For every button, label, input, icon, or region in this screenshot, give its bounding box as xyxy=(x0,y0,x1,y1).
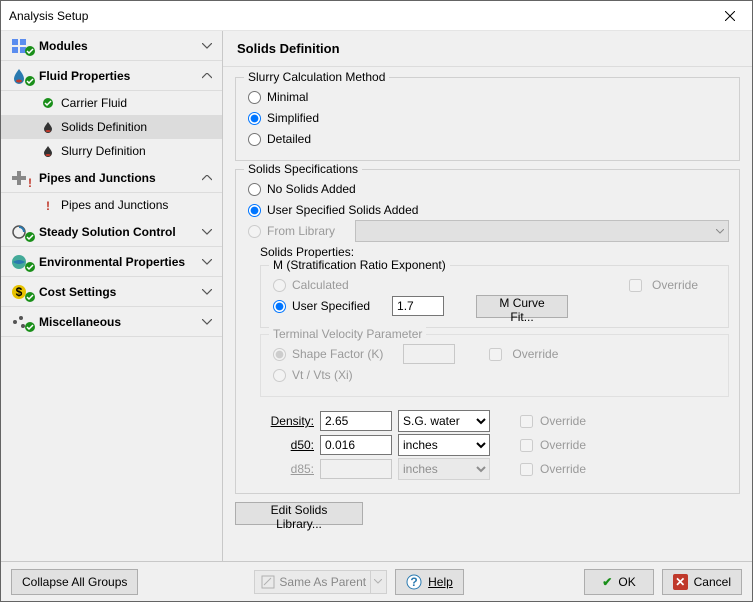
sidebar-item[interactable]: Solids Definition xyxy=(1,115,222,139)
m-calculated-label: Calculated xyxy=(292,278,349,292)
tv-vt-radio xyxy=(273,369,286,382)
d50-override-check xyxy=(520,439,533,452)
sidebar-group-modules[interactable]: Modules xyxy=(1,31,222,61)
sidebar-group-env[interactable]: Environmental Properties xyxy=(1,247,222,277)
d85-label: d85: xyxy=(260,462,314,476)
slurry-detailed-radio[interactable] xyxy=(248,133,261,146)
tv-group-title: Terminal Velocity Parameter xyxy=(269,327,426,341)
chevron-down-icon xyxy=(716,229,724,234)
svg-text:?: ? xyxy=(410,575,417,589)
tv-shape-label: Shape Factor (K) xyxy=(292,347,383,361)
sidebar-group-fluid[interactable]: Fluid Properties xyxy=(1,61,222,91)
d85-unit-select: inches xyxy=(398,458,490,480)
sidebar-group-steady[interactable]: Steady Solution Control xyxy=(1,217,222,247)
sidebar: ModulesFluid PropertiesCarrier FluidSoli… xyxy=(1,31,223,561)
chevron-down-icon xyxy=(200,39,214,53)
page-title: Solids Definition xyxy=(223,31,752,67)
m-curve-fit-button[interactable]: M Curve Fit... xyxy=(476,295,568,318)
tv-group: Terminal Velocity Parameter Shape Factor… xyxy=(260,334,729,397)
modules-icon xyxy=(11,38,33,54)
same-as-parent-dropdown: Same As Parent xyxy=(254,570,387,594)
steady-icon xyxy=(11,224,33,240)
slurry-calc-title: Slurry Calculation Method xyxy=(244,70,389,84)
tv-value-input xyxy=(403,344,455,364)
d85-override-check xyxy=(520,463,533,476)
chevron-up-icon xyxy=(200,69,214,83)
collapse-all-button[interactable]: Collapse All Groups xyxy=(11,569,138,595)
solids-opt-radio[interactable] xyxy=(248,204,261,217)
m-value-input[interactable] xyxy=(392,296,444,316)
solids-opt-radio[interactable] xyxy=(248,183,261,196)
sidebar-item[interactable]: !Pipes and Junctions xyxy=(1,193,222,217)
m-group: M (Stratification Ratio Exponent) Calcul… xyxy=(260,265,729,328)
sidebar-group-misc[interactable]: Miscellaneous xyxy=(1,307,222,337)
svg-text:$: $ xyxy=(16,285,23,299)
d50-unit-select[interactable]: inches xyxy=(398,434,490,456)
sidebar-item[interactable]: Slurry Definition xyxy=(1,139,222,163)
solids-spec-title: Solids Specifications xyxy=(244,162,362,176)
sidebar-group-pipes[interactable]: !Pipes and Junctions xyxy=(1,163,222,193)
sidebar-group-cost[interactable]: $Cost Settings xyxy=(1,277,222,307)
m-userspec-label: User Specified xyxy=(292,299,370,313)
chevron-down-icon xyxy=(200,285,214,299)
density-label: Density: xyxy=(260,414,314,428)
close-icon xyxy=(725,11,735,21)
chevron-down-icon xyxy=(374,579,382,584)
ok-button[interactable]: ✔ OK xyxy=(584,569,654,595)
status-icon xyxy=(41,96,55,110)
density-input[interactable] xyxy=(320,411,392,431)
status-icon xyxy=(41,120,55,134)
window-title: Analysis Setup xyxy=(9,9,707,23)
slurry-simplified-radio[interactable] xyxy=(248,112,261,125)
from-library-select xyxy=(355,220,729,242)
pipes-icon: ! xyxy=(11,170,33,186)
sidebar-item[interactable]: Carrier Fluid xyxy=(1,91,222,115)
help-button[interactable]: ? Help xyxy=(395,569,464,595)
chevron-down-icon xyxy=(200,315,214,329)
density-unit-select[interactable]: S.G. water xyxy=(398,410,490,432)
m-userspec-radio[interactable] xyxy=(273,300,286,313)
x-icon: ✕ xyxy=(673,574,688,590)
d50-input[interactable] xyxy=(320,435,392,455)
svg-text:!: ! xyxy=(28,178,32,188)
fluid-icon xyxy=(11,68,33,84)
tv-shape-radio xyxy=(273,348,286,361)
cancel-button[interactable]: ✕ Cancel xyxy=(662,569,742,595)
env-icon xyxy=(11,254,33,270)
svg-text:!: ! xyxy=(46,199,50,211)
solids-opt-radio xyxy=(248,225,261,238)
help-icon: ? xyxy=(406,574,422,590)
solids-props-label: Solids Properties: xyxy=(260,245,729,259)
m-override-check xyxy=(629,279,642,292)
misc-icon xyxy=(11,314,33,330)
d85-input xyxy=(320,459,392,479)
check-icon: ✔ xyxy=(602,575,612,589)
edit-icon xyxy=(261,575,275,589)
chevron-down-icon xyxy=(200,225,214,239)
slurry-minimal-radio[interactable] xyxy=(248,91,261,104)
d50-label: d50: xyxy=(260,438,314,452)
status-icon: ! xyxy=(41,198,55,212)
tv-vt-label: Vt / Vts (Xi) xyxy=(292,368,353,382)
m-group-title: M (Stratification Ratio Exponent) xyxy=(269,258,450,272)
close-button[interactable] xyxy=(707,1,752,30)
edit-solids-library-button[interactable]: Edit Solids Library... xyxy=(235,502,363,525)
slurry-calc-group: Slurry Calculation Method MinimalSimplif… xyxy=(235,77,740,161)
m-calculated-radio xyxy=(273,279,286,292)
chevron-down-icon xyxy=(200,255,214,269)
status-icon xyxy=(41,144,55,158)
density-override-check xyxy=(520,415,533,428)
tv-override-check xyxy=(489,348,502,361)
chevron-up-icon xyxy=(200,171,214,185)
cost-icon: $ xyxy=(11,284,33,300)
solids-spec-group: Solids Specifications No Solids AddedUse… xyxy=(235,169,740,494)
